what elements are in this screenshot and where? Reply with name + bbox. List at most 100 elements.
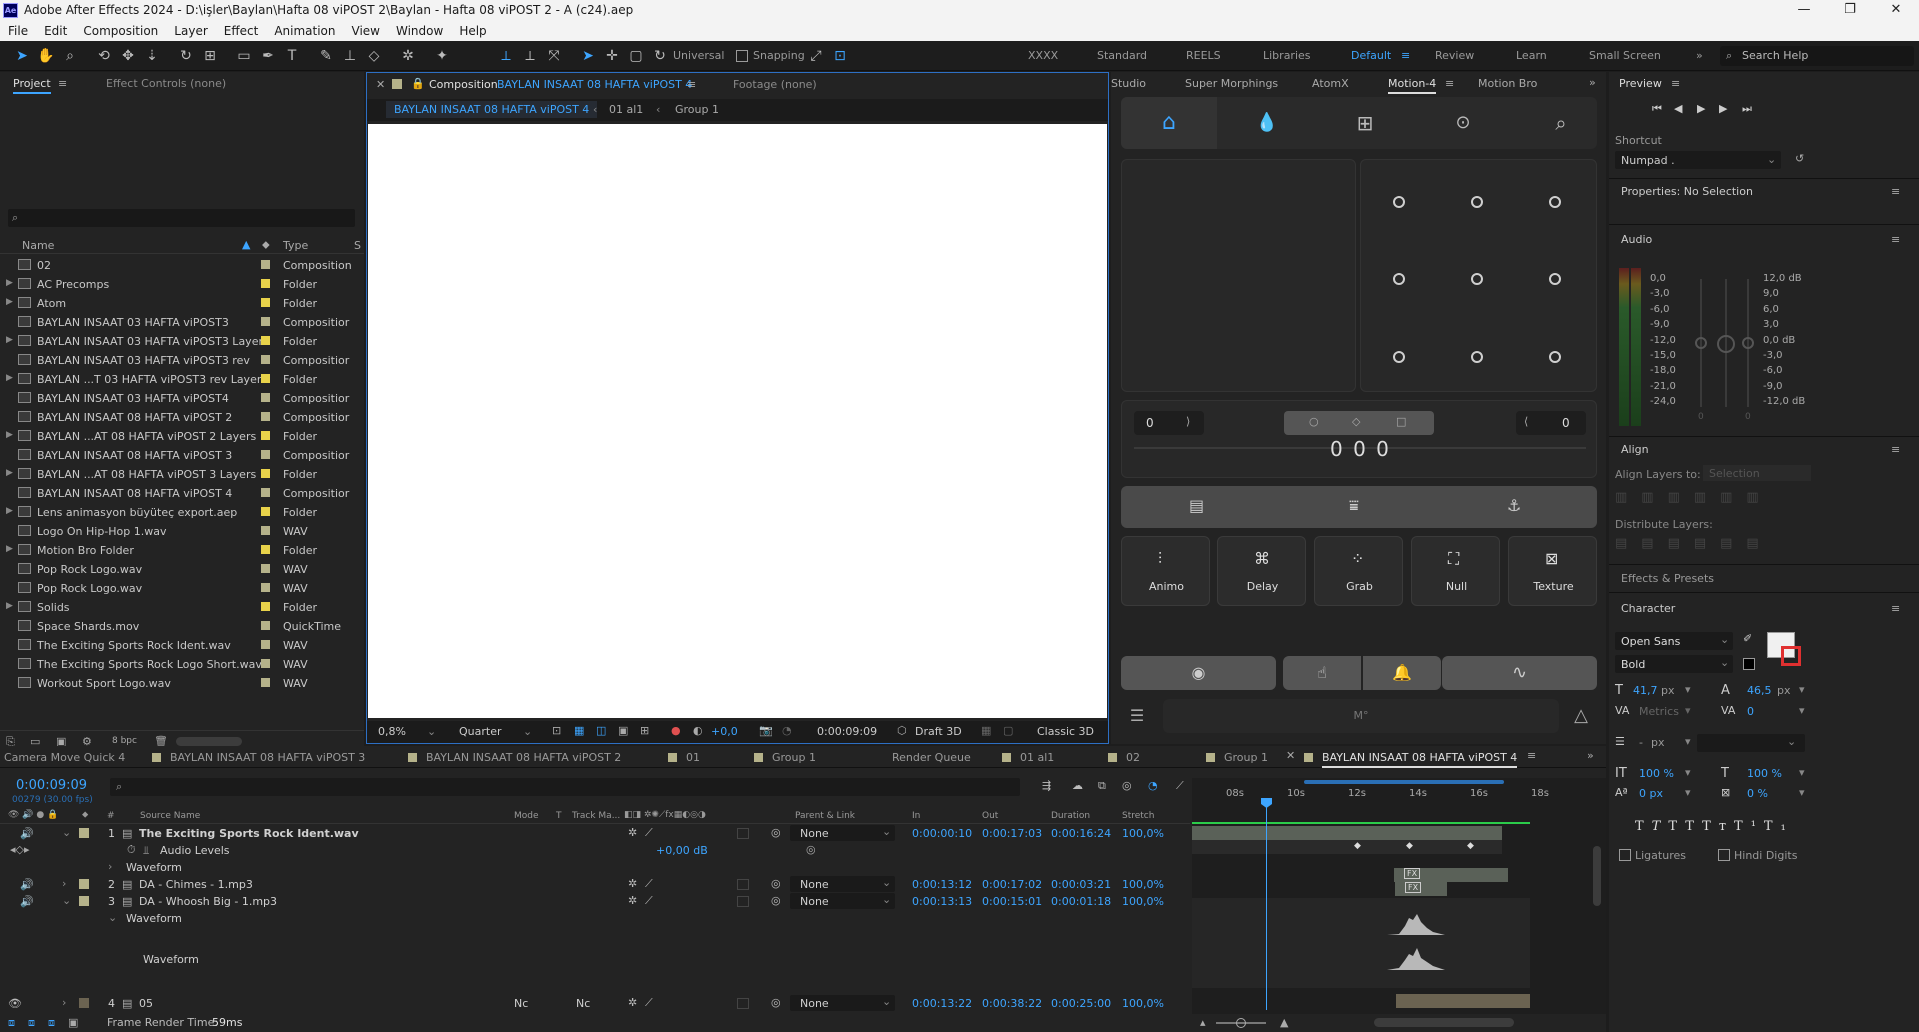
prev-frame-icon[interactable]: ◀ [1674,102,1682,115]
reset-exposure-icon[interactable]: ◐ [693,724,703,737]
label-color-swatch[interactable] [261,621,270,630]
current-time-display[interactable]: 0:00:09:09 [16,778,87,793]
layer-switches-icon[interactable]: ⧈ [28,1016,35,1030]
audio-levels-row[interactable]: ◂◇▸ ⏱ ⫫ Audio Levels +0,00 dB ◎ [0,842,1190,859]
chevron-down-icon[interactable]: ⌄ [62,894,71,907]
distribute-buttons-row[interactable]: ▤▤▤▤▤▤ [1615,536,1815,556]
chevron-down-icon[interactable]: ▾ [1685,735,1691,748]
chevron-down-icon[interactable]: ▾ [1685,683,1691,696]
anchor-top-center[interactable] [1471,196,1483,208]
workspace-default[interactable]: Default [1351,49,1391,62]
label-color-swatch[interactable] [261,488,270,497]
label-tag-icon[interactable]: ⬥ [262,238,270,252]
col-t[interactable]: T [556,811,562,821]
workspace-overflow-icon[interactable]: » [1696,49,1703,62]
timeline-tab[interactable]: Group 1 [772,751,816,764]
properties-menu-icon[interactable]: ≡ [1891,185,1900,198]
switch-box[interactable] [737,998,749,1009]
project-item[interactable]: ▶ BAYLAN ...AT 08 HAFTA viPOST 3 Layers Fo… [0,465,360,484]
keyframe-navigator-icon[interactable]: ◂◇▸ [10,843,30,856]
expand-arrow-icon[interactable]: ▶ [6,430,13,440]
workspace-libraries[interactable]: Libraries [1263,49,1311,62]
pick-whip-icon[interactable]: ◎ [771,877,781,890]
graph-editor-icon[interactable]: ◔ [1148,779,1158,792]
layer-label-color[interactable] [79,828,89,838]
snap-feature-icon[interactable]: ⊡ [831,47,849,65]
timeline-tabs-overflow-icon[interactable]: » [1587,749,1594,762]
anchor-icon[interactable]: ⚓ [1507,496,1521,515]
tab-atomx[interactable]: AtomX [1312,77,1349,90]
layer-in[interactable]: 0:00:00:10 [912,827,972,840]
chevron-down-icon[interactable]: ▾ [1685,786,1691,799]
search-help-field[interactable]: ⌕ Search Help [1720,46,1914,66]
first-frame-icon[interactable]: ⏮ [1652,102,1662,116]
font-family-dropdown[interactable]: Open Sans ⌄ [1615,632,1733,650]
eye-hide-icon[interactable]: ◉ [1121,656,1276,690]
project-item[interactable]: ▶ BAYLAN ...T 03 HAFTA viPOST3 rev Layers… [0,370,360,389]
project-item[interactable]: The Exciting Sports Rock Ident.wav WAV [0,636,360,655]
next-frame-icon[interactable]: ▶ [1719,102,1727,115]
shy-layers-icon[interactable]: ☁ [1072,779,1083,792]
stopwatch-icon[interactable]: ⏱ [127,843,136,857]
label-color-swatch[interactable] [261,393,270,402]
chevron-down-icon[interactable]: ▾ [1799,766,1805,779]
chevron-down-icon[interactable]: ▾ [1685,704,1691,717]
kerning-value[interactable]: Metrics [1639,705,1679,718]
expand-arrow-icon[interactable]: ▶ [6,335,13,345]
layer-duration[interactable]: 0:00:03:21 [1051,878,1111,891]
in-out-toggle-icon[interactable]: ▣ [68,1016,78,1029]
tab-motion-bro[interactable]: Motion Bro [1478,77,1537,90]
region-of-interest-icon[interactable]: ▣ [618,724,628,737]
chevron-right-icon[interactable]: › [62,996,66,1009]
layer-duration[interactable]: 0:00:16:24 [1051,827,1111,840]
audio-speaker-icon[interactable]: 🔊 [20,827,34,840]
timeline-scrollbar[interactable] [1374,1018,1514,1027]
label-color-swatch[interactable] [261,469,270,478]
pen-tool-icon[interactable]: ✒ [259,47,277,65]
switch-box[interactable] [737,879,749,890]
align-buttons-row[interactable]: ▥▥▥▥▥▥ [1615,490,1815,510]
label-color-swatch[interactable] [261,507,270,516]
project-item[interactable]: BAYLAN INSAAT 08 HAFTA viPOST 2 Compositi… [0,408,360,427]
dolly-camera-tool-icon[interactable]: ⇣ [143,47,161,65]
diamond-key-icon[interactable]: ◇ [1352,415,1360,428]
transparency-grid-icon[interactable]: ▦ [574,724,584,737]
clone-stamp-tool-icon[interactable]: ⊥ [341,47,359,65]
col-mode[interactable]: Mode [514,811,539,821]
timeline-tab[interactable]: Group 1 [1224,751,1268,764]
waveform-row[interactable]: ⌄ Waveform [0,910,1190,927]
anchor-middle-left[interactable] [1393,273,1405,285]
audio-speaker-icon[interactable]: 🔊 [20,895,34,908]
layer-duration[interactable]: 0:00:01:18 [1051,895,1111,908]
timeline-tab-menu-icon[interactable]: ≡ [1527,749,1536,762]
label-color-swatch[interactable] [261,374,270,383]
draft-3d-toggle-icon[interactable]: ⇶ [1042,779,1051,792]
project-item[interactable]: BAYLAN INSAAT 03 HAFTA viPOST3 rev Compos… [0,351,360,370]
label-color-swatch[interactable] [261,298,270,307]
composition-tab-label[interactable]: Composition [429,78,498,91]
zoom-out-icon[interactable]: ▴ [1200,1016,1206,1029]
layer-bar-1[interactable] [1192,826,1502,840]
pick-whip-icon[interactable]: ◎ [771,996,781,1009]
chevron-right-icon[interactable]: › [108,860,112,873]
current-time-readout[interactable]: 0:00:09:09 [817,725,877,738]
expand-arrow-icon[interactable]: ▶ [6,297,13,307]
chevron-down-icon[interactable]: ⌄ [108,911,117,924]
frame-icon[interactable]: ▤ [1189,496,1204,515]
project-scrollbar[interactable] [176,737,242,746]
comp-panel-menu-icon[interactable]: ≡ [687,78,696,91]
snapping-checkbox[interactable] [736,50,748,62]
shortcut-dropdown[interactable]: Numpad . ⌄ [1615,151,1781,169]
project-item[interactable]: Logo On Hip-Hop 1.wav WAV [0,522,360,541]
composition-viewer-canvas[interactable] [368,124,1107,718]
timeline-vertical-scrollbar[interactable] [1593,846,1601,906]
circle-key-icon[interactable]: ○ [1309,415,1319,428]
project-item[interactable]: ▶ Atom Folder [0,294,360,313]
layer-out[interactable]: 0:00:17:03 [982,827,1042,840]
timeline-tab[interactable]: 01 al1 [1020,751,1054,764]
timeline-tab[interactable]: Camera Move Quick 4 [4,751,125,764]
chevron-down-icon[interactable]: ▾ [1799,786,1805,799]
keyframe-diamond-icon[interactable]: ◆ [1354,841,1361,851]
ease-out-field[interactable]: ⟨ 0 [1516,411,1586,435]
motion-panel-menu-icon[interactable]: ≡ [1445,77,1454,90]
